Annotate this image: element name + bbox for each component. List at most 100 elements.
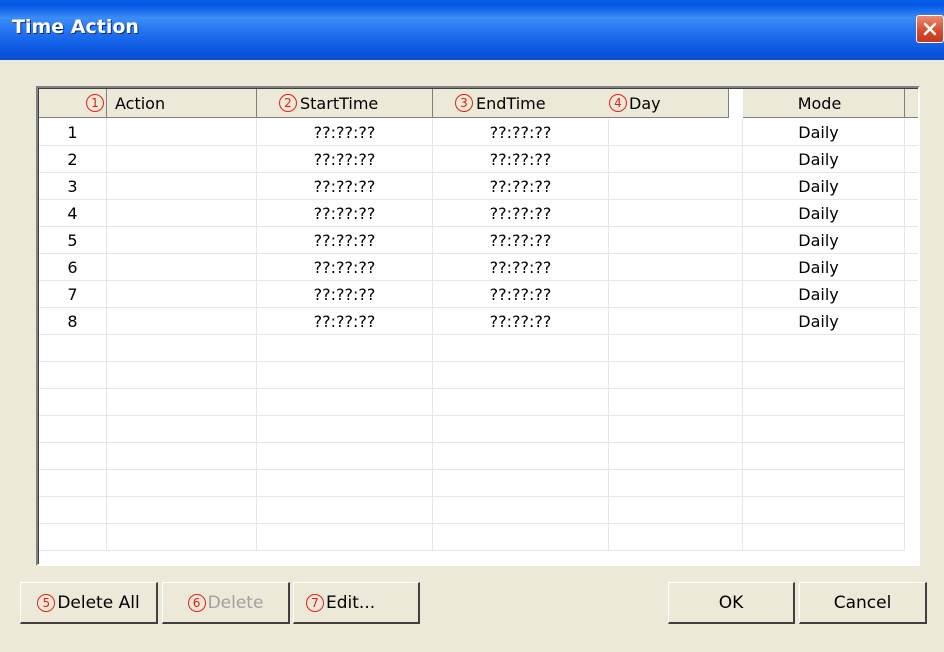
cell-end[interactable]: ??:??:?? bbox=[433, 200, 609, 227]
cell-end[interactable]: ??:??:?? bbox=[433, 227, 609, 254]
cell-action[interactable] bbox=[107, 308, 257, 335]
empty-cell bbox=[257, 416, 433, 443]
cell-start[interactable]: ??:??:?? bbox=[257, 308, 433, 335]
column-header-endtime[interactable]: 3 EndTime bbox=[433, 89, 609, 118]
column-header-filler bbox=[905, 89, 918, 118]
cell-day[interactable] bbox=[609, 200, 743, 227]
time-action-table[interactable]: 1 Action 2 StartTime 3 EndTime 4 Day Mod… bbox=[36, 86, 920, 566]
edit-button[interactable]: 7 Edit... bbox=[293, 582, 420, 624]
cell-day[interactable] bbox=[609, 227, 743, 254]
empty-cell bbox=[39, 362, 107, 389]
empty-cell bbox=[743, 416, 905, 443]
cell-end[interactable]: ??:??:?? bbox=[433, 281, 609, 308]
cell-num[interactable]: 8 bbox=[39, 308, 107, 335]
empty-cell bbox=[433, 524, 609, 551]
empty-cell bbox=[433, 416, 609, 443]
cell-filler bbox=[905, 146, 918, 173]
cell-num[interactable]: 3 bbox=[39, 173, 107, 200]
cell-end[interactable]: ??:??:?? bbox=[433, 119, 609, 146]
cell-mode[interactable]: Daily bbox=[743, 281, 905, 308]
cell-action[interactable] bbox=[107, 254, 257, 281]
column-header-starttime[interactable]: 2 StartTime bbox=[257, 89, 433, 118]
cell-filler bbox=[905, 173, 918, 200]
cell-num[interactable]: 4 bbox=[39, 200, 107, 227]
empty-cell bbox=[107, 335, 257, 362]
delete-all-label: Delete All bbox=[57, 592, 140, 613]
cell-day[interactable] bbox=[609, 173, 743, 200]
cell-mode[interactable]: Daily bbox=[743, 119, 905, 146]
cell-day[interactable] bbox=[609, 254, 743, 281]
empty-cell bbox=[107, 524, 257, 551]
empty-cell bbox=[107, 470, 257, 497]
cell-end[interactable]: ??:??:?? bbox=[433, 254, 609, 281]
empty-cell bbox=[257, 443, 433, 470]
cell-mode[interactable]: Daily bbox=[743, 254, 905, 281]
empty-cell bbox=[609, 362, 743, 389]
cell-mode[interactable]: Daily bbox=[743, 173, 905, 200]
cell-start[interactable]: ??:??:?? bbox=[257, 227, 433, 254]
marker-4: 4 bbox=[609, 94, 627, 112]
cell-start[interactable]: ??:??:?? bbox=[257, 146, 433, 173]
close-button[interactable] bbox=[916, 15, 944, 43]
title-bar[interactable]: Time Action bbox=[0, 0, 944, 60]
empty-cell bbox=[107, 497, 257, 524]
empty-cell bbox=[257, 470, 433, 497]
cell-end[interactable]: ??:??:?? bbox=[433, 308, 609, 335]
column-header-mode[interactable]: Mode bbox=[743, 89, 905, 118]
cell-day[interactable] bbox=[609, 146, 743, 173]
empty-cell bbox=[257, 497, 433, 524]
cell-filler bbox=[905, 281, 918, 308]
cell-action[interactable] bbox=[107, 119, 257, 146]
empty-cell bbox=[743, 524, 905, 551]
column-label-starttime: StartTime bbox=[300, 93, 379, 113]
cell-start[interactable]: ??:??:?? bbox=[257, 281, 433, 308]
marker-7: 7 bbox=[306, 593, 324, 612]
cell-num[interactable]: 7 bbox=[39, 281, 107, 308]
cell-day[interactable] bbox=[609, 119, 743, 146]
cell-action[interactable] bbox=[107, 173, 257, 200]
empty-cell bbox=[39, 389, 107, 416]
cancel-button[interactable]: Cancel bbox=[799, 582, 927, 624]
cell-end[interactable]: ??:??:?? bbox=[433, 173, 609, 200]
delete-button[interactable]: 6 Delete bbox=[162, 582, 290, 624]
column-header-action[interactable]: 1 bbox=[39, 89, 107, 118]
delete-label: Delete bbox=[207, 592, 264, 613]
empty-cell bbox=[39, 416, 107, 443]
ok-button[interactable]: OK bbox=[668, 582, 795, 624]
empty-cell bbox=[39, 335, 107, 362]
cell-filler bbox=[905, 308, 918, 335]
column-label-endtime: EndTime bbox=[476, 93, 546, 113]
column-label-mode: Mode bbox=[797, 93, 842, 113]
empty-cell bbox=[433, 389, 609, 416]
empty-cell bbox=[433, 497, 609, 524]
cell-mode[interactable]: Daily bbox=[743, 227, 905, 254]
empty-cell bbox=[609, 335, 743, 362]
cell-day[interactable] bbox=[609, 308, 743, 335]
cell-num[interactable]: 6 bbox=[39, 254, 107, 281]
delete-all-button[interactable]: 5 Delete All bbox=[20, 582, 158, 624]
empty-cell bbox=[609, 389, 743, 416]
empty-cell bbox=[107, 362, 257, 389]
cell-action[interactable] bbox=[107, 227, 257, 254]
marker-5: 5 bbox=[37, 593, 56, 612]
cell-mode[interactable]: Daily bbox=[743, 200, 905, 227]
cell-num[interactable]: 2 bbox=[39, 146, 107, 173]
cell-num[interactable]: 5 bbox=[39, 227, 107, 254]
cell-start[interactable]: ??:??:?? bbox=[257, 200, 433, 227]
empty-cell bbox=[39, 524, 107, 551]
cell-mode[interactable]: Daily bbox=[743, 308, 905, 335]
column-header-day[interactable]: 4 Day bbox=[595, 89, 729, 118]
cell-num[interactable]: 1 bbox=[39, 119, 107, 146]
cell-day[interactable] bbox=[609, 281, 743, 308]
cell-action[interactable] bbox=[107, 281, 257, 308]
cell-action[interactable] bbox=[107, 146, 257, 173]
cell-action[interactable] bbox=[107, 200, 257, 227]
cell-end[interactable]: ??:??:?? bbox=[433, 146, 609, 173]
cell-start[interactable]: ??:??:?? bbox=[257, 173, 433, 200]
cell-start[interactable]: ??:??:?? bbox=[257, 254, 433, 281]
empty-cell bbox=[743, 362, 905, 389]
table-viewport: 1 Action 2 StartTime 3 EndTime 4 Day Mod… bbox=[38, 88, 918, 564]
cell-start[interactable]: ??:??:?? bbox=[257, 119, 433, 146]
cell-mode[interactable]: Daily bbox=[743, 146, 905, 173]
column-header-action-label[interactable]: Action bbox=[107, 89, 257, 118]
